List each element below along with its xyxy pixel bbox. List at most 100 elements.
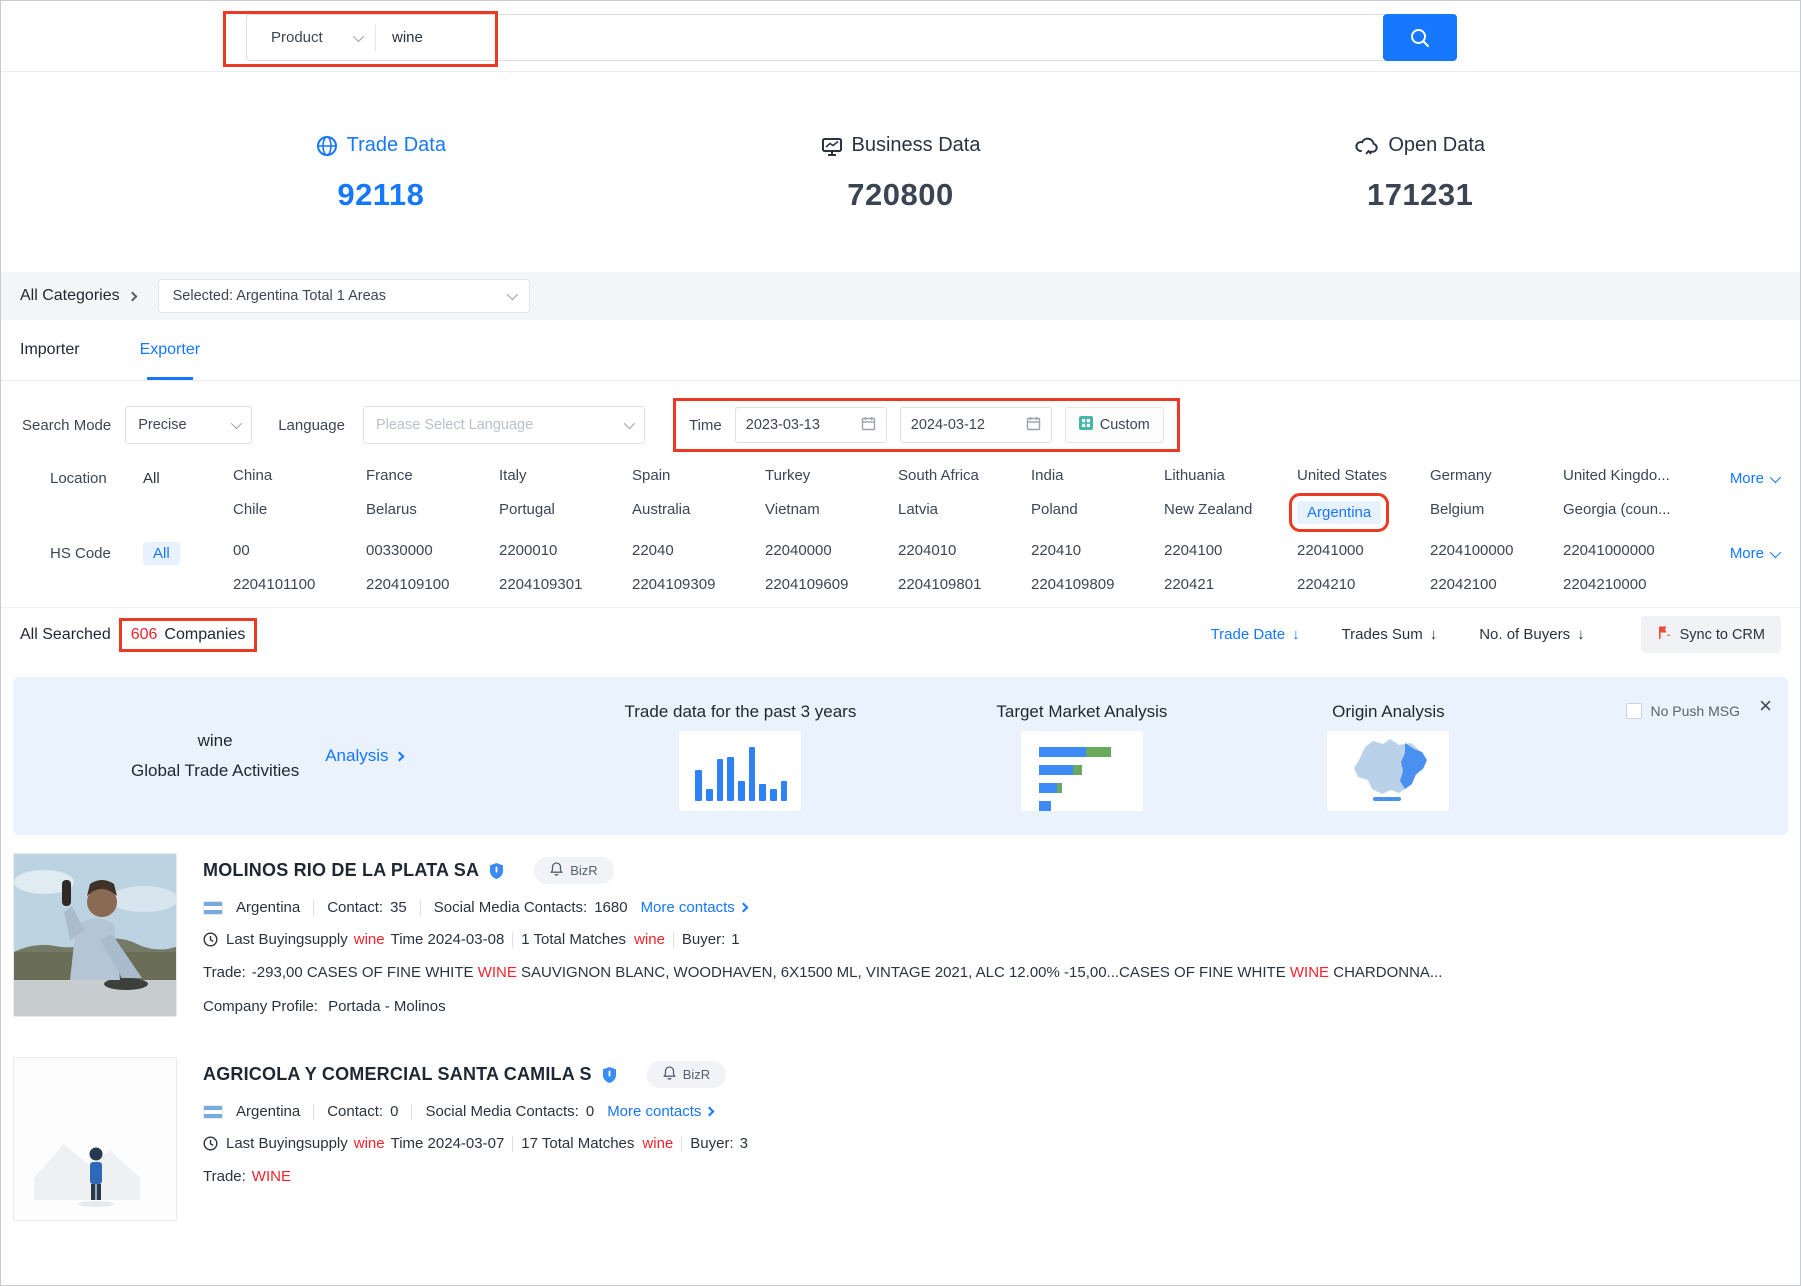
location-option[interactable]: Turkey <box>765 467 898 484</box>
location-option[interactable]: Poland <box>1031 501 1164 524</box>
banner-subtitle: Global Trade Activities <box>131 756 299 786</box>
profile-value: Portada - Molinos <box>328 998 446 1015</box>
location-option[interactable]: New Zealand <box>1164 501 1297 524</box>
hscode-option[interactable]: 2204210 <box>1297 576 1430 593</box>
hscode-label: HS Code <box>50 542 143 562</box>
hscode-option[interactable]: 2204101100 <box>233 576 366 593</box>
hscode-option[interactable]: 2204210000 <box>1563 576 1696 593</box>
date-from-input[interactable]: 2023-03-13 <box>735 407 887 443</box>
more-contacts-link[interactable]: More contacts <box>607 1103 713 1120</box>
location-option[interactable]: Georgia (coun... <box>1563 501 1696 524</box>
tab-importer[interactable]: Importer <box>20 320 80 380</box>
stat-business-data[interactable]: Business Data 720800 <box>641 134 1161 272</box>
location-option[interactable]: France <box>366 467 499 484</box>
more-contacts-link[interactable]: More contacts <box>641 899 747 916</box>
location-option[interactable]: South Africa <box>898 467 1031 484</box>
hscode-all-option[interactable]: All <box>143 542 233 562</box>
hscode-option[interactable]: 2204100 <box>1164 542 1297 559</box>
buyer-label: Buyer: <box>690 1135 733 1152</box>
hscode-option[interactable]: 22042100 <box>1430 576 1563 593</box>
no-push-checkbox[interactable] <box>1626 703 1642 719</box>
stat-open-data[interactable]: Open Data 171231 <box>1160 134 1680 272</box>
analysis-link[interactable]: Analysis <box>325 746 402 766</box>
language-label: Language <box>278 417 345 434</box>
search-bar: Product <box>246 14 1383 61</box>
location-option[interactable]: Lithuania <box>1164 467 1297 484</box>
hscode-option[interactable]: 22041000000 <box>1563 542 1696 559</box>
sort-trades-sum[interactable]: Trades Sum ↓ <box>1342 626 1438 643</box>
hscode-option[interactable]: 22041000 <box>1297 542 1430 559</box>
bizr-badge[interactable]: BizR <box>534 857 613 884</box>
tab-exporter[interactable]: Exporter <box>140 320 200 380</box>
hscode-option[interactable]: 220410 <box>1031 542 1164 559</box>
hscode-option[interactable]: 2204109309 <box>632 576 765 593</box>
chevron-right-icon <box>394 751 404 761</box>
stat-trade-data[interactable]: Trade Data 92118 <box>121 134 641 272</box>
hscode-option[interactable]: 2204109609 <box>765 576 898 593</box>
stat-label: Business Data <box>852 134 981 157</box>
hscode-option[interactable]: 2204109801 <box>898 576 1031 593</box>
location-option[interactable]: Germany <box>1430 467 1563 484</box>
banner-card-target-market[interactable]: Target Market Analysis <box>996 702 1167 811</box>
location-option[interactable]: Italy <box>499 467 632 484</box>
stat-value: 171231 <box>1160 177 1680 213</box>
location-option[interactable]: India <box>1031 467 1164 484</box>
custom-range-button[interactable]: Custom <box>1065 407 1164 443</box>
results-prefix: All Searched <box>20 626 111 644</box>
company-card: AGRICOLA Y COMERCIAL SANTA CAMILA S BizR… <box>1 1039 1800 1229</box>
date-to-input[interactable]: 2024-03-12 <box>900 407 1052 443</box>
sort-trade-date[interactable]: Trade Date ↓ <box>1211 626 1300 643</box>
company-name[interactable]: AGRICOLA Y COMERCIAL SANTA CAMILA S <box>203 1064 592 1085</box>
sort-no-of-buyers[interactable]: No. of Buyers ↓ <box>1479 626 1584 643</box>
hscode-option[interactable]: 2204010 <box>898 542 1031 559</box>
hscode-option[interactable]: 2204109100 <box>366 576 499 593</box>
company-photo[interactable] <box>13 1057 177 1221</box>
selected-areas-dropdown[interactable]: Selected: Argentina Total 1 Areas <box>158 279 530 313</box>
location-option[interactable]: Argentina <box>1297 501 1381 524</box>
bizr-badge[interactable]: BizR <box>647 1061 726 1088</box>
company-photo[interactable] <box>13 853 177 1017</box>
calendar-icon <box>861 416 876 435</box>
banner-card-trade-data[interactable]: Trade data for the past 3 years <box>625 702 857 811</box>
divider <box>681 1136 682 1152</box>
cloud-icon <box>1355 135 1379 157</box>
search-input[interactable] <box>376 15 1383 60</box>
hscode-option[interactable]: 2204100000 <box>1430 542 1563 559</box>
banner-card-origin[interactable]: Origin Analysis <box>1327 702 1449 811</box>
hscode-option[interactable]: 00330000 <box>366 542 499 559</box>
close-icon[interactable]: × <box>1759 695 1772 717</box>
sync-label: Sync to CRM <box>1680 627 1765 643</box>
hscode-option[interactable]: 2204109809 <box>1031 576 1164 593</box>
location-option[interactable]: Belgium <box>1430 501 1563 524</box>
location-option[interactable]: Spain <box>632 467 765 484</box>
location-option[interactable]: Australia <box>632 501 765 524</box>
search-mode-select[interactable]: Precise <box>125 406 252 444</box>
company-name[interactable]: MOLINOS RIO DE LA PLATA SA <box>203 860 479 881</box>
hscode-option[interactable]: 2204109301 <box>499 576 632 593</box>
all-categories-link[interactable]: All Categories <box>20 287 136 305</box>
keyword: wine <box>642 1135 673 1152</box>
location-option[interactable]: Latvia <box>898 501 1031 524</box>
hscode-option[interactable]: 22040000 <box>765 542 898 559</box>
search-button[interactable] <box>1383 14 1457 61</box>
hscode-option[interactable]: 220421 <box>1164 576 1297 593</box>
location-option[interactable]: Vietnam <box>765 501 898 524</box>
search-type-select[interactable]: Product <box>247 29 375 46</box>
hscode-option[interactable]: 00 <box>233 542 366 559</box>
location-option[interactable]: United States <box>1297 467 1430 484</box>
location-option[interactable]: Portugal <box>499 501 632 524</box>
hscode-option[interactable]: 22040 <box>632 542 765 559</box>
hscode-option[interactable]: 2200010 <box>499 542 632 559</box>
location-more-button[interactable]: More <box>1730 467 1800 487</box>
location-all-option[interactable]: All <box>143 467 233 487</box>
all-categories-label: All Categories <box>20 287 120 305</box>
location-option[interactable]: Chile <box>233 501 366 524</box>
location-option[interactable]: Belarus <box>366 501 499 524</box>
hscode-more-button[interactable]: More <box>1730 542 1800 562</box>
location-option[interactable]: United Kingdo... <box>1563 467 1696 484</box>
sync-to-crm-button[interactable]: Sync to CRM <box>1641 616 1781 653</box>
language-select[interactable]: Please Select Language <box>363 406 645 444</box>
annotation-box-time: Time 2023-03-13 2024-03-12 Custom <box>673 398 1180 452</box>
location-option[interactable]: China <box>233 467 366 484</box>
last-supply-label: Last Buyingsupply <box>226 931 348 948</box>
